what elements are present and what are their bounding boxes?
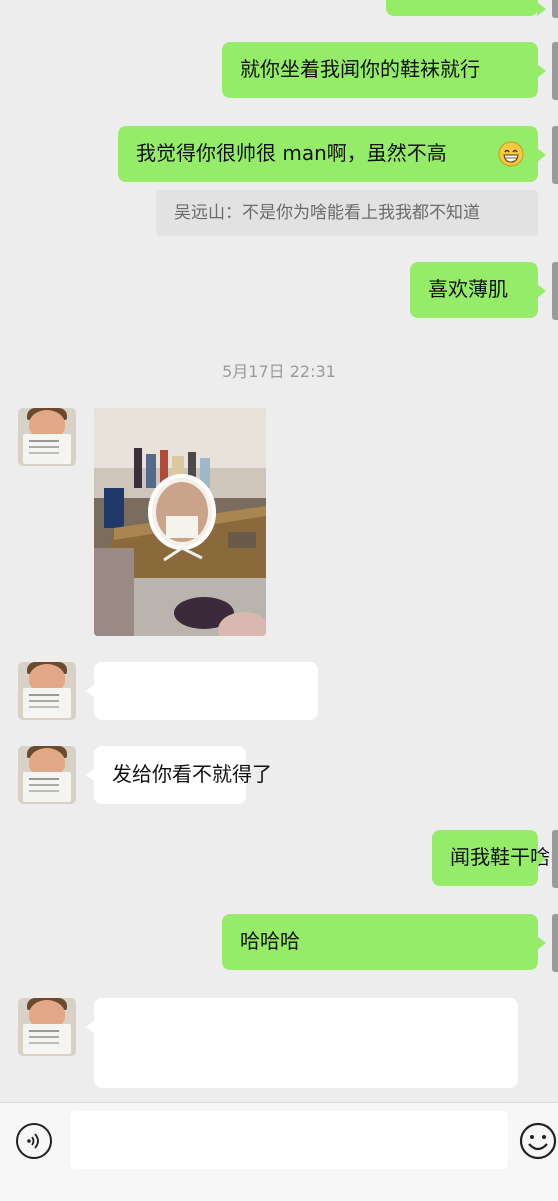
outgoing-message[interactable]: 我觉得你很帅很 man啊，虽然不高 — [118, 126, 546, 182]
contact-avatar[interactable] — [18, 746, 76, 804]
outgoing-message[interactable]: 闻我鞋干啥 — [432, 830, 550, 886]
message-text: 喜欢薄肌 — [428, 277, 508, 301]
self-avatar-edge[interactable] — [552, 830, 558, 888]
contact-avatar[interactable] — [18, 408, 76, 466]
quoted-reply[interactable]: 吴远山：不是你为啥能看上我我都不知道 — [156, 190, 538, 236]
quote-text: 吴远山：不是你为啥能看上我我都不知道 — [174, 203, 480, 223]
partial-outgoing-bubble[interactable] — [386, 0, 546, 16]
message-text: 就你坐着我闻你的鞋袜就行 — [240, 57, 480, 81]
outgoing-message[interactable]: 哈哈哈 — [222, 914, 546, 970]
message-text: 我觉得你很帅很 man啊，虽然不高 — [136, 141, 447, 165]
chat-timestamp: 5月17日 22:31 — [222, 362, 336, 381]
self-avatar-edge[interactable] — [552, 126, 558, 184]
avatar-card — [23, 434, 71, 464]
photo-content — [94, 408, 266, 636]
self-avatar-edge[interactable] — [552, 914, 558, 972]
message-text: 闻我鞋干啥 — [450, 845, 550, 869]
grinning-face-icon — [498, 141, 524, 167]
avatar-card — [23, 1024, 71, 1054]
incoming-message[interactable]: 发给你看不就得了 — [86, 746, 272, 804]
avatar-card — [23, 772, 71, 802]
incoming-message[interactable] — [86, 998, 518, 1088]
contact-avatar[interactable] — [18, 998, 76, 1056]
incoming-message[interactable] — [86, 662, 318, 720]
avatar-card — [23, 688, 71, 718]
self-avatar-edge[interactable] — [552, 0, 558, 18]
self-avatar-edge[interactable] — [552, 42, 558, 100]
voice-input-button[interactable] — [16, 1123, 52, 1159]
message-text: 哈哈哈 — [240, 929, 300, 953]
image-message[interactable] — [94, 408, 266, 636]
contact-avatar[interactable] — [18, 662, 76, 720]
emoji-button-icon[interactable] — [518, 1121, 558, 1161]
self-avatar-edge[interactable] — [552, 262, 558, 320]
message-input[interactable] — [70, 1111, 508, 1169]
input-bar — [0, 1102, 558, 1201]
outgoing-message[interactable]: 喜欢薄肌 — [410, 262, 546, 318]
voice-icon — [27, 1133, 39, 1149]
outgoing-message[interactable]: 就你坐着我闻你的鞋袜就行 — [222, 42, 546, 98]
message-text: 发给你看不就得了 — [112, 762, 272, 786]
